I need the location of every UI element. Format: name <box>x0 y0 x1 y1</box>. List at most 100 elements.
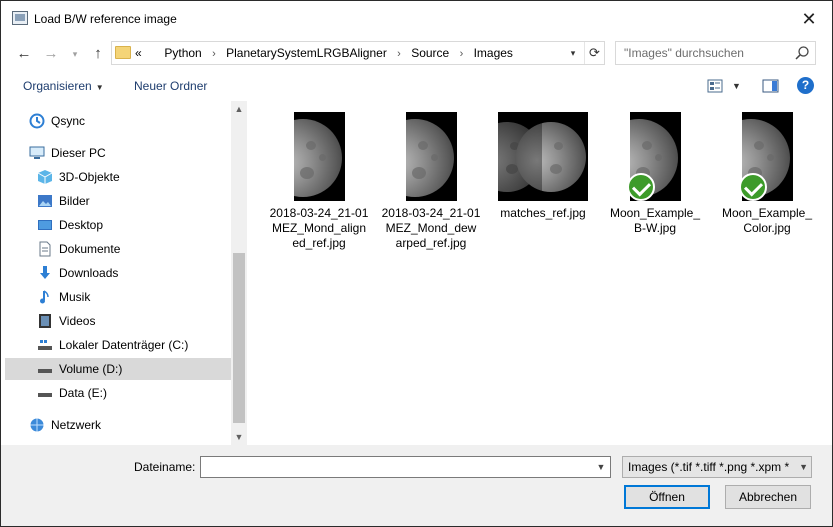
sidebar-item-label: Qsync <box>51 114 86 128</box>
pc-icon <box>29 146 45 159</box>
address-bar[interactable]: « Python › PlanetarySystemLRGBAligner › … <box>111 41 605 65</box>
title-bar: Load B/W reference image ✕ <box>1 1 832 37</box>
folder-icon <box>115 46 131 59</box>
filename-input[interactable]: ▼ <box>200 456 611 478</box>
dialog-footer: Dateiname: ▼ Images (*.tif *.tiff *.png … <box>1 445 832 526</box>
sidebar-item-label: Downloads <box>59 266 119 280</box>
preview-pane-icon[interactable] <box>762 78 779 94</box>
sidebar-item-label: Bilder <box>59 194 90 208</box>
app-icon <box>12 11 28 25</box>
sidebar-item-music[interactable]: Musik <box>37 286 90 308</box>
sidebar-item-network[interactable]: Netzwerk <box>29 414 101 436</box>
breadcrumb-overflow[interactable]: « <box>135 42 142 64</box>
sidebar-item-documents[interactable]: Dokumente <box>37 238 120 260</box>
file-open-dialog: Load B/W reference image ✕ ← → ▾ ↑ « Pyt… <box>0 0 833 527</box>
scroll-down-icon[interactable]: ▼ <box>231 429 247 445</box>
sidebar-item-label: Volume (D:) <box>59 362 123 376</box>
filename-label: Dateiname: <box>134 460 196 474</box>
music-icon <box>40 290 49 304</box>
sidebar-item-videos[interactable]: Videos <box>37 310 95 332</box>
sidebar-item-label: Dieser PC <box>51 146 106 160</box>
check-icon <box>626 173 655 201</box>
file-item[interactable]: 2018-03-24_21-01 MEZ_Mond_align ed_ref.jpg <box>265 112 373 251</box>
breadcrumb-separator[interactable]: › <box>397 43 401 65</box>
network-icon <box>30 418 44 432</box>
pictures-icon <box>38 194 52 207</box>
sidebar-item-label: Desktop <box>59 218 104 232</box>
search-placeholder: "Images" durchsuchen <box>624 46 744 60</box>
sidebar-item-drive-e[interactable]: Data (E:) <box>37 382 107 404</box>
up-arrow-icon[interactable]: ↑ <box>87 43 109 65</box>
sidebar-item-label: Videos <box>59 314 96 328</box>
drive-icon <box>38 339 52 350</box>
sidebar-item-label: Data (E:) <box>59 386 108 400</box>
breadcrumb-item-python[interactable]: Python <box>164 42 201 64</box>
scroll-up-icon[interactable]: ▲ <box>231 101 247 117</box>
view-chevron-down-icon[interactable]: ▼ <box>732 71 741 101</box>
sidebar-item-label: Dokumente <box>59 242 121 256</box>
file-name: 2018-03-24_21-01 MEZ_Mond_dew arped_ref.jp… <box>381 206 481 250</box>
help-icon[interactable]: ? <box>797 77 814 94</box>
sidebar-item-pictures[interactable]: Bilder <box>37 190 90 212</box>
address-dropdown-chevron-icon[interactable]: ▾ <box>564 42 582 64</box>
breadcrumb-separator[interactable]: › <box>460 43 464 65</box>
navigation-bar: ← → ▾ ↑ « Python › PlanetarySystemLRGBAl… <box>1 37 832 71</box>
document-icon <box>39 241 51 257</box>
cancel-button[interactable]: Abbrechen <box>725 485 811 509</box>
file-type-select[interactable]: Images (*.tif *.tiff *.png *.xpm * ▼ <box>622 456 812 478</box>
breadcrumb-separator[interactable]: › <box>212 43 216 65</box>
search-box[interactable]: "Images" durchsuchen <box>615 41 816 65</box>
breadcrumb: « Python › PlanetarySystemLRGBAligner › … <box>135 42 513 64</box>
file-thumbnail <box>405 112 457 201</box>
view-options-icon[interactable] <box>707 78 723 94</box>
file-item[interactable]: matches_ref.jpg <box>489 112 597 221</box>
sidebar-item-this-pc[interactable]: Dieser PC <box>29 142 106 164</box>
file-thumbnail <box>293 112 345 201</box>
sidebar-item-label: Lokaler Datenträger (C:) <box>59 338 189 352</box>
search-icon <box>795 46 809 60</box>
close-button[interactable]: ✕ <box>786 1 832 37</box>
sidebar-item-drive-c[interactable]: Lokaler Datenträger (C:) <box>37 334 188 356</box>
recent-locations-chevron-icon[interactable]: ▾ <box>64 43 86 65</box>
command-toolbar: Organisieren ▼ Neuer Ordner ▼ ? <box>1 71 832 101</box>
sidebar-item-desktop[interactable]: Desktop <box>37 214 103 236</box>
back-arrow-icon[interactable]: ← <box>13 43 35 65</box>
file-item[interactable]: Moon_Example_ Color.jpg <box>713 112 821 236</box>
chevron-down-icon: ▼ <box>95 83 104 92</box>
drive-icon <box>38 368 52 373</box>
check-icon <box>738 173 767 201</box>
organize-menu[interactable]: Organisieren ▼ <box>23 71 104 101</box>
file-item[interactable]: Moon_Example_ B-W.jpg <box>601 112 709 236</box>
navigation-pane: Qsync Dieser PC 3D-Objekte Bilder Deskto… <box>1 101 247 445</box>
filename-history-chevron-icon[interactable]: ▼ <box>594 457 608 477</box>
file-item[interactable]: 2018-03-24_21-01 MEZ_Mond_dew arped_ref.jp… <box>377 112 485 251</box>
sidebar-item-network-child[interactable] <box>37 438 157 445</box>
sidebar-item-label: Musik <box>59 290 91 304</box>
breadcrumb-item-planetarysystemlrgbaligner[interactable]: PlanetarySystemLRGBAligner <box>226 42 387 64</box>
desktop-icon <box>38 219 52 230</box>
sidebar-item-drive-d[interactable]: Volume (D:) <box>5 358 231 380</box>
sidebar-item-downloads[interactable]: Downloads <box>37 262 118 284</box>
file-type-value: Images (*.tif *.tiff *.png *.xpm * <box>628 460 790 474</box>
new-folder-button[interactable]: Neuer Ordner <box>134 71 207 101</box>
file-name: matches_ref.jpg <box>500 206 586 220</box>
drive-icon <box>38 392 52 397</box>
breadcrumb-item-source[interactable]: Source <box>411 42 449 64</box>
qsync-icon <box>29 113 45 129</box>
sidebar-item-3d-objects[interactable]: 3D-Objekte <box>37 166 120 188</box>
open-button[interactable]: Öffnen <box>624 485 710 509</box>
scroll-thumb[interactable] <box>233 253 245 423</box>
video-icon <box>39 313 51 328</box>
refresh-icon[interactable]: ⟳ <box>584 42 604 64</box>
download-icon <box>40 265 50 279</box>
file-thumbnail <box>738 112 793 201</box>
file-thumbnail <box>626 112 681 201</box>
file-type-chevron-icon: ▼ <box>796 457 808 477</box>
forward-arrow-icon[interactable]: → <box>40 43 62 65</box>
sidebar-scrollbar[interactable]: ▲ ▼ <box>231 101 247 445</box>
cube-icon <box>37 169 53 184</box>
file-name: 2018-03-24_21-01 MEZ_Mond_align ed_ref.jpg <box>269 206 369 250</box>
file-name: Moon_Example_ Color.jpg <box>721 206 813 235</box>
sidebar-item-qsync[interactable]: Qsync <box>29 110 85 132</box>
breadcrumb-item-images[interactable]: Images <box>474 42 513 64</box>
